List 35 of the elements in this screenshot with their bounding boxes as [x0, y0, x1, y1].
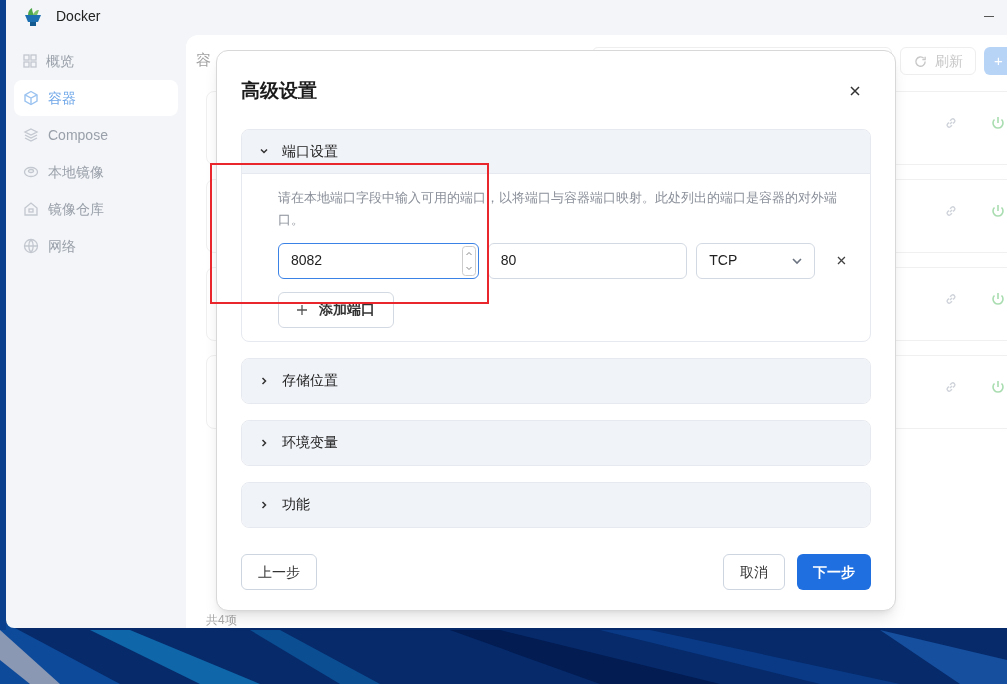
- link-icon[interactable]: [944, 292, 958, 306]
- power-icon[interactable]: [990, 291, 1006, 307]
- spinner-icon[interactable]: [461, 245, 476, 276]
- item-count: 共4项: [206, 612, 237, 628]
- section-header[interactable]: 端口设置: [242, 129, 870, 174]
- section-header[interactable]: 存储位置: [242, 358, 870, 403]
- link-icon[interactable]: [944, 380, 958, 394]
- dialog-title: 高级设置: [241, 79, 317, 103]
- plus-icon: [297, 304, 307, 315]
- window-title: Docker: [56, 7, 101, 26]
- layers-icon: [23, 127, 39, 143]
- power-icon[interactable]: [990, 203, 1006, 219]
- link-icon[interactable]: [944, 204, 958, 218]
- cube-icon: [23, 90, 39, 106]
- cancel-button[interactable]: 取消: [723, 554, 785, 590]
- refresh-icon: [913, 54, 927, 68]
- globe-icon: [23, 238, 39, 254]
- section-description: 请在本地端口字段中输入可用的端口，以将端口与容器端口映射。此处列出的端口是容器的对外端口。: [278, 188, 838, 229]
- grid-icon: [23, 54, 37, 68]
- local-port-field[interactable]: 8082: [278, 242, 479, 279]
- next-button[interactable]: 下一步: [797, 554, 871, 590]
- power-icon[interactable]: [990, 379, 1006, 395]
- back-button[interactable]: 上一步: [241, 554, 317, 590]
- section-header[interactable]: 功能: [242, 482, 870, 527]
- protocol-dropdown[interactable]: TCP: [696, 242, 816, 279]
- minimize-icon[interactable]: [984, 16, 994, 17]
- house-icon: [23, 201, 39, 217]
- remove-icon[interactable]: [837, 256, 846, 265]
- link-icon[interactable]: [944, 116, 958, 130]
- app-logo-icon: [22, 5, 44, 28]
- power-icon[interactable]: [990, 115, 1006, 131]
- close-icon[interactable]: [849, 85, 861, 98]
- section-header[interactable]: 环境变量: [242, 420, 870, 465]
- disk-icon: [23, 164, 39, 180]
- page-heading: 容: [196, 50, 211, 70]
